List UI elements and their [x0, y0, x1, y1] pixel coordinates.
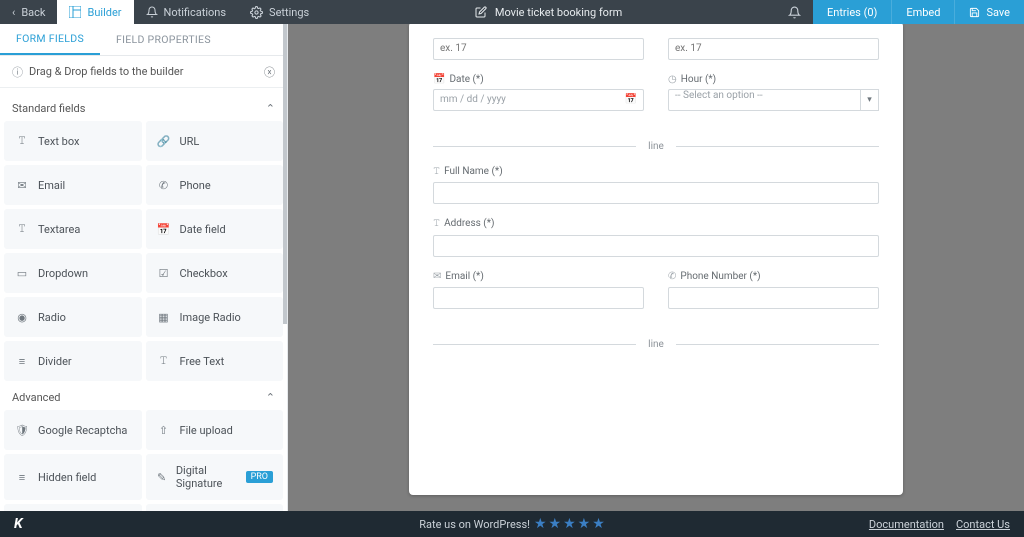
rate-text: Rate us on WordPress! [419, 518, 530, 531]
dropdown-icon: ▭ [14, 267, 30, 280]
star-icon: ★ [549, 516, 562, 532]
contact-link[interactable]: Contact Us [956, 518, 1010, 531]
address-input[interactable] [433, 235, 879, 257]
field-url[interactable]: 🔗URL [146, 121, 284, 161]
calendar-icon: 📅 [433, 74, 445, 85]
field-freetext[interactable]: 𝚃Free Text [146, 341, 284, 381]
link-icon: 🔗 [156, 135, 172, 148]
phone-icon: ✆ [668, 271, 676, 282]
star-icon: ★ [592, 516, 605, 532]
form-divider-2: line [433, 339, 879, 350]
upload-icon: ⇧ [156, 424, 172, 437]
text-icon: 𝚃 [433, 166, 440, 177]
field-gdpr[interactable]: ☑GDPR [4, 504, 142, 511]
tab-field-properties[interactable]: FIELD PROPERTIES [100, 24, 227, 55]
date-label: 📅Date (*) [433, 74, 644, 85]
builder-tab[interactable]: Builder [57, 0, 133, 24]
field-checkbox[interactable]: ☑Checkbox [146, 253, 284, 293]
entries-button[interactable]: Entries (0) [813, 0, 891, 24]
sidebar: FORM FIELDS FIELD PROPERTIES ⓘ Drag & Dr… [0, 24, 288, 511]
textarea-icon: 𝚃 [14, 222, 30, 236]
embed-button[interactable]: Embed [891, 0, 954, 24]
calendar-picker-icon: 📅 [625, 94, 637, 105]
age-input-1[interactable] [433, 38, 644, 60]
rating-stars[interactable]: ★★★★★ [534, 516, 605, 532]
notifications-tab[interactable]: Notifications [134, 0, 239, 24]
star-icon: ★ [563, 516, 576, 532]
info-icon: ⓘ [12, 64, 23, 80]
text-icon: 𝚃 [433, 218, 440, 229]
form-canvas[interactable]: 📅Date (*) mm / dd / yyyy📅 ◷Hour (*) -- S… [288, 24, 1024, 511]
field-recaptcha[interactable]: 🛡Google Recaptcha [4, 410, 142, 450]
mail-icon: ✉ [14, 179, 30, 192]
chevron-down-icon: ▾ [861, 89, 879, 111]
age-input-2[interactable] [668, 38, 879, 60]
phone-input[interactable] [668, 287, 879, 309]
field-signature[interactable]: ✎Digital SignaturePRO [146, 454, 284, 500]
text-icon: 𝚃 [14, 134, 30, 148]
hour-label: ◷Hour (*) [668, 74, 879, 85]
brand-logo: K [14, 516, 23, 532]
tab-form-fields[interactable]: FORM FIELDS [0, 24, 100, 55]
recaptcha-icon: 🛡 [14, 424, 30, 437]
documentation-link[interactable]: Documentation [869, 518, 944, 531]
form-title-bar[interactable]: Movie ticket booking form [321, 6, 776, 19]
field-hidden[interactable]: ≡Hidden field [4, 454, 142, 500]
field-radio[interactable]: ◉Radio [4, 297, 142, 337]
form-divider: line [433, 141, 879, 152]
email-label: ✉Email (*) [433, 271, 644, 282]
section-advanced[interactable]: Advanced ⌃ [4, 381, 283, 410]
phone-label: ✆Phone Number (*) [668, 271, 879, 282]
section-standard[interactable]: Standard fields ⌃ [4, 92, 283, 121]
email-input[interactable] [433, 287, 644, 309]
edit-icon [475, 6, 487, 18]
clock-icon: ◷ [668, 74, 677, 85]
hidden-icon: ≡ [14, 471, 30, 484]
field-terms[interactable]: ☑Terms and conditions [146, 504, 284, 511]
gear-icon [250, 6, 263, 19]
phone-icon: ✆ [156, 179, 172, 192]
field-image-radio[interactable]: ▦Image Radio [146, 297, 284, 337]
fullname-input[interactable] [433, 182, 879, 204]
field-email[interactable]: ✉Email [4, 165, 142, 205]
pro-badge: PRO [246, 471, 273, 483]
field-dropdown[interactable]: ▭Dropdown [4, 253, 142, 293]
fullname-label: 𝚃Full Name (*) [433, 166, 879, 177]
address-label: 𝚃Address (*) [433, 218, 879, 229]
star-icon: ★ [534, 516, 547, 532]
field-divider[interactable]: ≡Divider [4, 341, 142, 381]
freetext-icon: 𝚃 [156, 354, 172, 368]
hour-select[interactable]: -- Select an option --▾ [668, 89, 879, 111]
chevron-up-icon: ⌃ [266, 102, 275, 115]
signature-icon: ✎ [156, 471, 168, 484]
field-fileupload[interactable]: ⇧File upload [146, 410, 284, 450]
chevron-up-icon: ⌃ [266, 391, 275, 404]
topbar: ‹ Back Builder Notifications Settings Mo… [0, 0, 1024, 24]
alerts-button[interactable] [776, 6, 813, 19]
divider-icon: ≡ [14, 355, 30, 368]
field-phone[interactable]: ✆Phone [146, 165, 284, 205]
footer: K Rate us on WordPress! ★★★★★ Documentat… [0, 511, 1024, 537]
field-textbox[interactable]: 𝚃Text box [4, 121, 142, 161]
field-date[interactable]: 📅Date field [146, 209, 284, 249]
date-input[interactable]: mm / dd / yyyy📅 [433, 89, 644, 111]
mail-icon: ✉ [433, 271, 441, 282]
save-button[interactable]: Save [954, 0, 1024, 24]
star-icon: ★ [578, 516, 591, 532]
back-button[interactable]: ‹ Back [0, 0, 57, 24]
field-textarea[interactable]: 𝚃Textarea [4, 209, 142, 249]
chevron-left-icon: ‹ [12, 6, 15, 19]
image-radio-icon: ▦ [156, 311, 172, 324]
save-icon [969, 7, 980, 18]
calendar-icon: 📅 [156, 223, 172, 236]
close-info-icon[interactable]: ⓧ [264, 64, 275, 80]
bell-icon [146, 6, 158, 18]
checkbox-icon: ☑ [156, 267, 172, 280]
layout-icon [69, 6, 81, 18]
form-preview: 📅Date (*) mm / dd / yyyy📅 ◷Hour (*) -- S… [409, 24, 903, 495]
sidebar-info: ⓘ Drag & Drop fields to the builder ⓧ [0, 56, 287, 88]
radio-icon: ◉ [14, 311, 30, 324]
settings-tab[interactable]: Settings [238, 0, 321, 24]
